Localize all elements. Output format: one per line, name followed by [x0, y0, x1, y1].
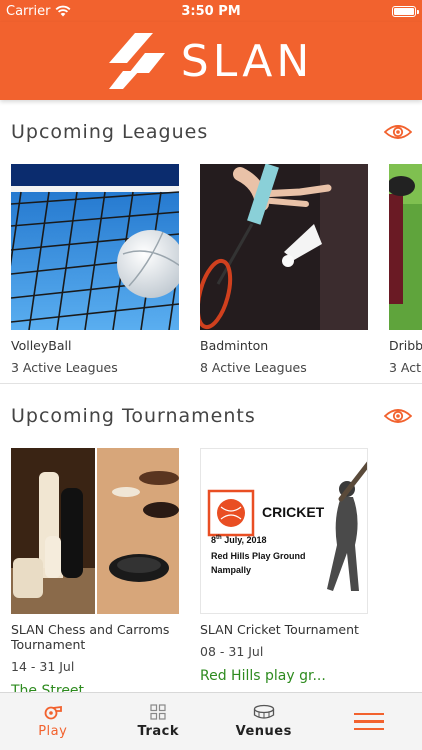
card-dates: 14 - 31 Jul: [11, 659, 75, 674]
tab-menu[interactable]: [317, 693, 422, 750]
card-subtitle: 3 Active Leagues: [11, 360, 118, 375]
status-carrier-group: Carrier: [6, 4, 71, 19]
venue-link[interactable]: The Street: [11, 683, 179, 692]
tab-label: Venues: [235, 724, 292, 739]
grid-icon: [150, 704, 166, 720]
stadium-icon: [253, 704, 274, 719]
whistle-icon: [44, 705, 62, 720]
menu-icon: [354, 712, 385, 731]
card-subtitle: 3 Acti: [389, 360, 422, 375]
chess-carrom-image: [11, 448, 179, 614]
tab-play[interactable]: Play: [0, 693, 106, 750]
poster-date-rest: July, 2018: [221, 535, 267, 545]
cricket-poster-image: CRICKET 8th July, 2018 Red Hills Play Gr…: [200, 448, 368, 614]
logo-mark-icon: [108, 33, 165, 89]
poster-place-line2: Nampally: [211, 565, 252, 575]
section-title: Upcoming Leagues: [11, 121, 209, 143]
card-title: SLAN Chess and Carroms Tournament: [11, 622, 170, 652]
poster-date: 8th July, 2018: [211, 535, 267, 545]
league-card[interactable]: Badminton 8 Active Leagues: [200, 164, 368, 375]
battery-icon: [392, 5, 419, 17]
tournaments-section: Upcoming Tournaments SLAN Chess and Carr…: [0, 384, 422, 692]
leagues-header: Upcoming Leagues: [0, 100, 422, 164]
logo-text: SLAN: [180, 35, 314, 87]
slan-logo: SLAN: [108, 33, 314, 89]
card-subtitle: 8 Active Leagues: [200, 360, 307, 375]
tournament-card[interactable]: SLAN Chess and Carroms Tournament 14 - 3…: [11, 448, 179, 692]
main-content[interactable]: Upcoming Leagues VolleyBall 3 Active Lea…: [0, 100, 422, 692]
eye-icon[interactable]: [384, 408, 412, 424]
card-title: Badminton: [200, 338, 269, 353]
tournament-card[interactable]: CRICKET 8th July, 2018 Red Hills Play Gr…: [200, 448, 368, 692]
tournaments-header: Upcoming Tournaments: [0, 384, 422, 448]
status-bar: Carrier 3:50 PM: [0, 0, 422, 22]
carrier-label: Carrier: [6, 3, 51, 19]
venue-link[interactable]: Red Hills play gr...: [200, 668, 368, 684]
tab-bar: Play Track Venues: [0, 692, 422, 750]
section-title: Upcoming Tournaments: [11, 405, 256, 427]
volleyball-image: [11, 164, 179, 330]
tab-venues[interactable]: Venues: [211, 693, 317, 750]
poster-place-line1: Red Hills Play Ground: [211, 551, 306, 561]
leagues-carousel[interactable]: VolleyBall 3 Active Leagues Badminton 8 …: [0, 164, 422, 375]
card-title: VolleyBall: [11, 338, 72, 353]
badminton-image: [200, 164, 368, 330]
tab-label: Track: [137, 724, 179, 739]
card-dates: 08 - 31 Jul: [200, 644, 264, 659]
league-card[interactable]: VolleyBall 3 Active Leagues: [11, 164, 179, 375]
eye-icon[interactable]: [384, 124, 412, 140]
card-title: SLAN Cricket Tournament: [200, 622, 359, 637]
card-title: Dribb: [389, 338, 422, 353]
dribbling-image: [389, 164, 422, 330]
tab-track[interactable]: Track: [106, 693, 212, 750]
leagues-section: Upcoming Leagues VolleyBall 3 Active Lea…: [0, 100, 422, 384]
tournaments-carousel[interactable]: SLAN Chess and Carroms Tournament 14 - 3…: [0, 448, 422, 692]
app-header: SLAN: [0, 22, 422, 100]
poster-heading: CRICKET: [262, 504, 325, 520]
tab-label: Play: [38, 724, 68, 739]
wifi-icon: [56, 5, 71, 17]
league-card[interactable]: Dribb 3 Acti: [389, 164, 422, 375]
